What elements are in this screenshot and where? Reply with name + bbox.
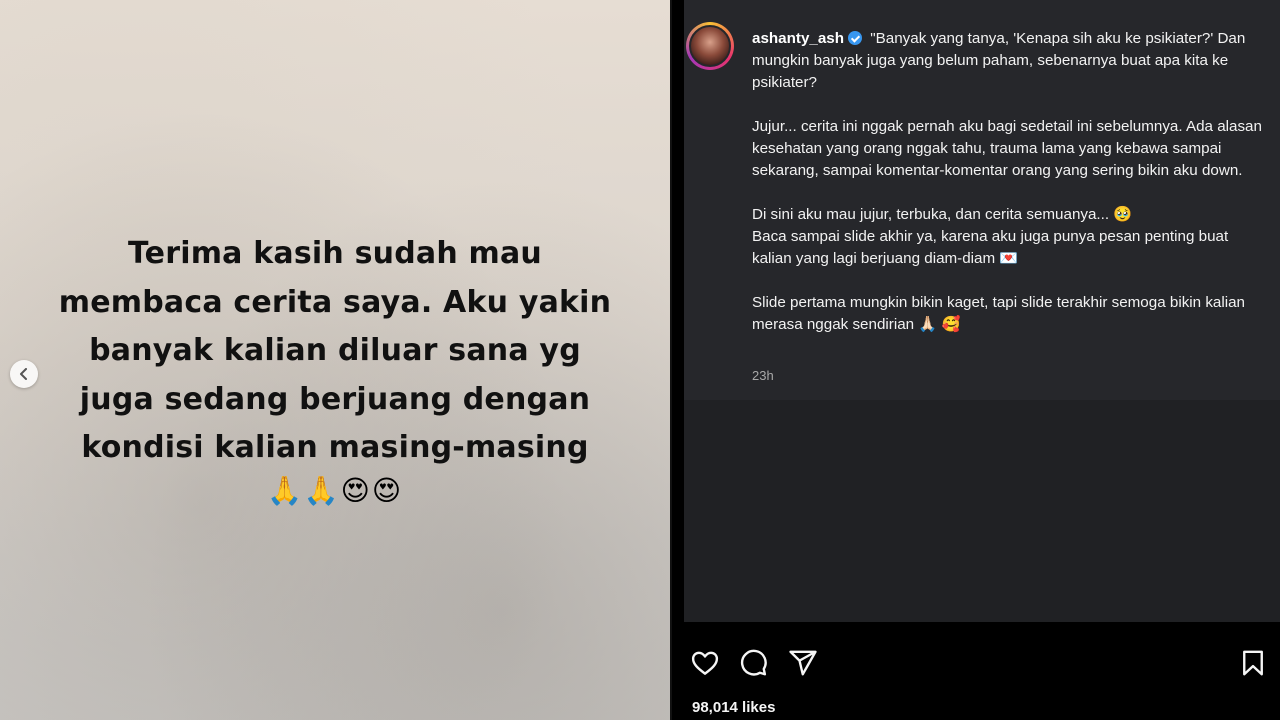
chevron-left-icon [20,368,27,380]
comment-button[interactable] [738,648,768,678]
share-icon [789,650,817,676]
likes-count[interactable]: 98,014 likes [692,699,775,716]
caption-paragraph-3b: Baca sampai slide akhir ya, karena aku j… [752,228,1229,267]
verified-badge-icon [848,31,863,45]
post-sidebar: ashanty_ash "Banyak yang tanya, 'Kenapa … [672,0,1280,720]
previous-slide-button[interactable] [10,360,38,388]
caption-paragraph-3a: Di sini aku mau jujur, terbuka, dan ceri… [752,206,1133,223]
post-timestamp[interactable]: 23h [752,368,774,383]
save-button[interactable] [1238,648,1268,678]
heart-icon [691,651,719,675]
avatar-image [689,25,731,67]
comments-area [684,400,1280,622]
caption-paragraph-4: Slide pertama mungkin bikin kaget, tapi … [752,294,1246,333]
media-text: Terima kasih sudah mau membaca cerita sa… [58,236,612,465]
like-button[interactable] [690,648,720,678]
avatar[interactable] [686,22,734,70]
media-emoji: 🙏🙏😍😍 [266,475,404,506]
action-bar [690,648,1270,680]
post-media: Terima kasih sudah mau membaca cerita sa… [0,0,670,720]
caption-paragraph-2: Jujur... cerita ini nggak pernah aku bag… [752,118,1262,179]
comment-icon [740,649,767,676]
post-caption: ashanty_ash "Banyak yang tanya, 'Kenapa … [752,28,1262,358]
share-button[interactable] [788,648,818,678]
username-link[interactable]: ashanty_ash [752,30,844,47]
bookmark-icon [1243,650,1263,676]
